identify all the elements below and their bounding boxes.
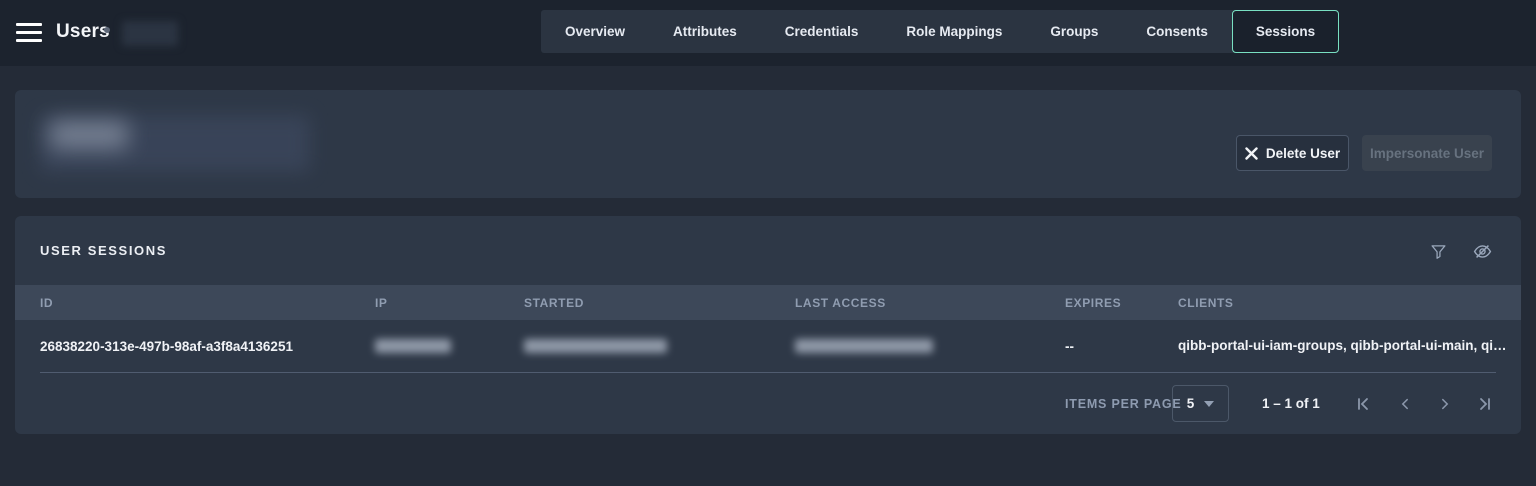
page-size-value: 5 [1187,396,1195,411]
redacted-ip-cell [375,339,451,353]
tab-credentials[interactable]: Credentials [761,10,883,53]
previous-page-button[interactable] [1396,395,1414,413]
delete-user-label: Delete User [1266,146,1340,161]
column-header-expires: EXPIRES [1065,285,1121,320]
tab-sessions[interactable]: Sessions [1232,10,1339,53]
first-page-button[interactable] [1354,395,1372,413]
session-id-cell: 26838220-313e-497b-98af-a3f8a4136251 [40,320,293,372]
last-page-button[interactable] [1476,395,1494,413]
chevron-down-icon [1204,401,1214,407]
table-footer-divider [40,372,1496,373]
close-icon [1245,147,1258,160]
redacted-user-name [50,121,128,149]
column-header-started: STARTED [524,285,584,320]
column-header-ip: IP [375,285,388,320]
title-separator-dot [104,27,110,33]
eye-off-icon[interactable] [1472,241,1492,261]
items-per-page-label: ITEMS PER PAGE [1065,397,1182,411]
column-header-clients: CLIENTS [1178,285,1234,320]
tab-role-mappings[interactable]: Role Mappings [882,10,1026,53]
redacted-started-cell [524,339,667,353]
table-header-row: ID IP STARTED LAST ACCESS EXPIRES CLIENT… [15,285,1521,320]
topbar: Users Overview Attributes Credentials Ro… [0,0,1536,66]
redacted-last-access-cell [795,339,933,353]
tab-attributes[interactable]: Attributes [649,10,761,53]
column-header-last-access: LAST ACCESS [795,285,886,320]
tab-bar: Overview Attributes Credentials Role Map… [541,10,1339,53]
column-header-id: ID [40,285,53,320]
impersonate-user-button[interactable]: Impersonate User [1362,135,1492,171]
delete-user-button[interactable]: Delete User [1236,135,1349,171]
expires-cell: -- [1065,320,1074,372]
page-range-label: 1 – 1 of 1 [1262,396,1320,411]
hamburger-menu-icon[interactable] [16,23,42,43]
page-size-select[interactable]: 5 [1172,385,1229,422]
impersonate-user-label: Impersonate User [1370,146,1484,161]
filter-icon[interactable] [1428,241,1448,261]
next-page-button[interactable] [1436,395,1454,413]
tab-consents[interactable]: Consents [1122,10,1232,53]
redacted-breadcrumb-value [122,21,178,46]
table-row[interactable]: 26838220-313e-497b-98af-a3f8a4136251 -- … [15,320,1521,372]
page-title: Users [56,21,110,43]
panel-title: USER SESSIONS [40,243,167,258]
tab-groups[interactable]: Groups [1026,10,1122,53]
clients-cell: qibb-portal-ui-iam-groups, qibb-portal-u… [1178,320,1511,372]
tab-overview[interactable]: Overview [541,10,649,53]
